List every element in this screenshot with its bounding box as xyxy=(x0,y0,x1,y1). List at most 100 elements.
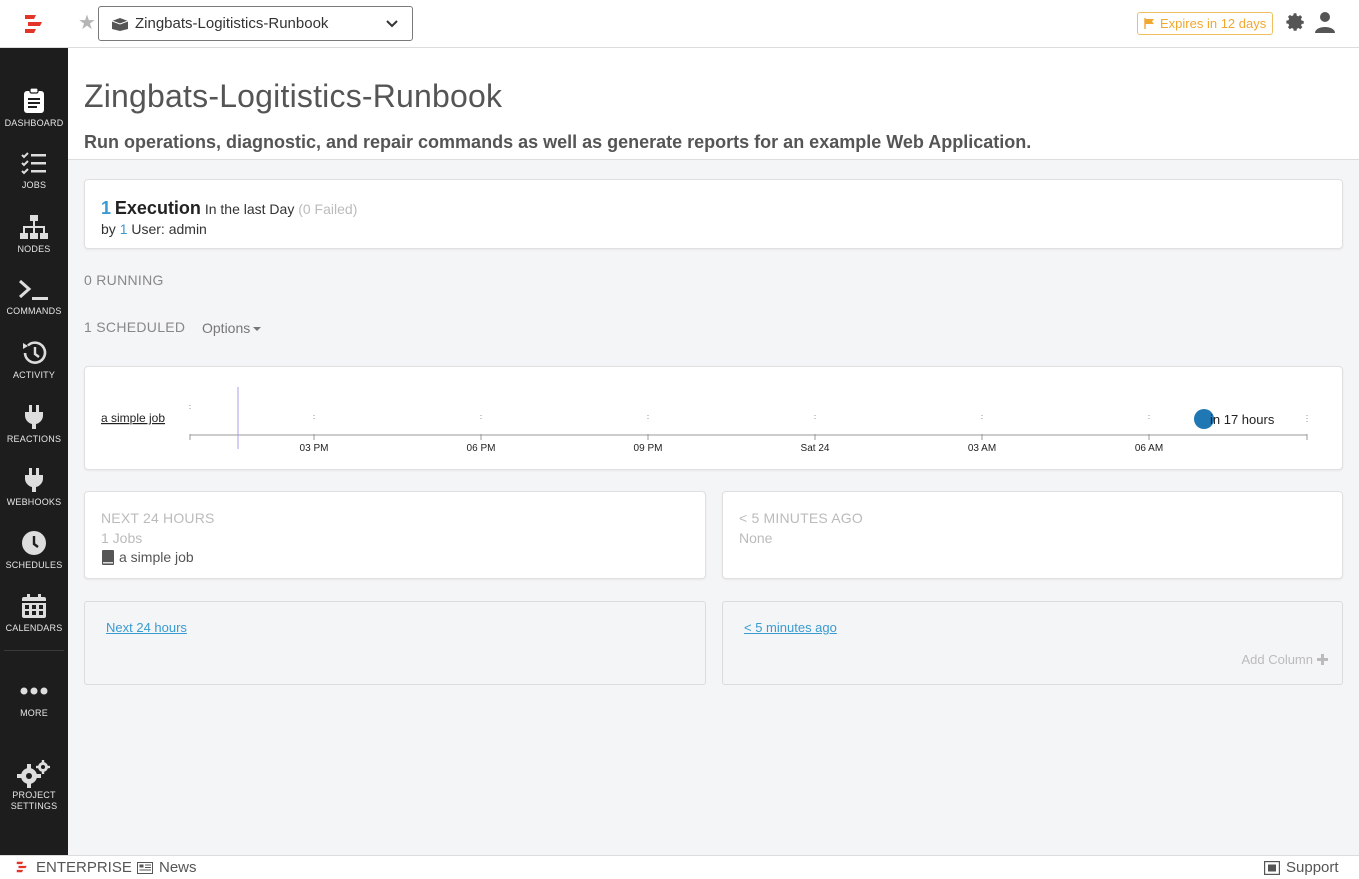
project-description: Run operations, diagnostic, and repair c… xyxy=(84,132,1032,152)
schedule-timeline: a simple job 03 PM 06 PM 09 PM Sat 24 03 AM 0… xyxy=(84,366,1343,470)
timeline-tick-label: 03 PM xyxy=(300,443,329,454)
footer: ENTERPRISE News Support xyxy=(0,855,1359,879)
next-summary-count: 1 Jobs xyxy=(101,530,143,546)
next-24-hours-summary: NEXT 24 HOURS 1 Jobs a simple job xyxy=(84,491,706,579)
sidebar-item-label: NODES xyxy=(17,244,51,254)
execution-failed-count: (0 Failed) xyxy=(298,201,358,217)
sidebar-item-schedules[interactable]: SCHEDULES xyxy=(0,530,68,590)
history-icon xyxy=(23,341,47,364)
execution-count[interactable]: 1 xyxy=(101,198,111,218)
next-24-hours-link[interactable]: Next 24 hours xyxy=(106,620,187,635)
favorite-star-icon[interactable]: ★ xyxy=(78,12,96,34)
plus-icon xyxy=(1317,654,1328,665)
add-column-button[interactable]: Add Column xyxy=(1241,652,1328,667)
sidebar-item-label: MORE xyxy=(20,708,48,718)
sidebar-divider xyxy=(4,650,64,651)
plug-icon xyxy=(25,468,43,492)
recent-5-minutes-link[interactable]: < 5 minutes ago xyxy=(744,620,837,635)
ago-summary-value: None xyxy=(739,530,773,546)
flag-icon xyxy=(1144,18,1154,29)
timeline-tick-label: Sat 24 xyxy=(801,443,830,454)
sidebar-item-more[interactable]: MORE xyxy=(0,684,68,744)
box-icon xyxy=(111,17,129,31)
execution-user-count[interactable]: 1 xyxy=(120,221,128,237)
timeline-tick-label: 06 AM xyxy=(1135,443,1163,454)
timeline-row-label[interactable]: a simple job xyxy=(101,411,165,425)
sidebar-item-label: WEBHOOKS xyxy=(6,497,62,507)
sidebar: DASHBOARD JOBS NODES COMMANDS ACTIVITY R… xyxy=(0,48,68,855)
project-selector[interactable]: Zingbats-Logitistics-Runbook xyxy=(98,6,413,41)
chevron-down-icon xyxy=(386,19,398,27)
sidebar-item-dashboard[interactable]: DASHBOARD xyxy=(0,88,68,148)
rundeck-logo-icon[interactable] xyxy=(22,12,46,36)
sidebar-item-reactions[interactable]: REACTIONS xyxy=(0,404,68,464)
options-dropdown[interactable]: Options xyxy=(202,320,262,336)
page-title: Zingbats-Logitistics-Runbook xyxy=(84,78,503,114)
support-icon[interactable] xyxy=(1264,861,1280,875)
terminal-icon xyxy=(19,279,48,300)
sidebar-item-label: SCHEDULES xyxy=(5,560,63,570)
sidebar-item-label: COMMANDS xyxy=(6,306,62,316)
execution-summary-card: 1 Execution In the last Day (0 Failed) b… xyxy=(84,179,1343,249)
sidebar-item-jobs[interactable]: JOBS xyxy=(0,152,68,212)
sidebar-item-label: JOBS xyxy=(21,180,47,190)
gear-icon[interactable] xyxy=(1285,12,1307,34)
clock-icon xyxy=(22,531,46,555)
license-expiry-text: Expires in 12 days xyxy=(1160,16,1267,31)
execution-user-label: User: admin xyxy=(131,221,207,237)
edition-label: ENTERPRISE xyxy=(36,859,132,876)
timeline-tick-label: 03 AM xyxy=(968,443,996,454)
execution-by-label: by xyxy=(101,221,116,237)
support-link[interactable]: Support xyxy=(1286,859,1339,876)
next-24-hours-column: Next 24 hours xyxy=(84,601,706,685)
execution-count-line: 1 Execution In the last Day (0 Failed) xyxy=(101,198,357,219)
sidebar-item-label: PROJECT xyxy=(12,790,56,800)
execution-user-line: by 1 User: admin xyxy=(101,221,207,237)
top-bar: ★ Zingbats-Logitistics-Runbook Expires i… xyxy=(0,0,1359,48)
sidebar-item-commands[interactable]: COMMANDS xyxy=(0,278,68,338)
execution-label: Execution xyxy=(114,198,201,218)
sitemap-icon xyxy=(20,215,48,239)
next-summary-title: NEXT 24 HOURS xyxy=(101,510,215,526)
project-header: Zingbats-Logitistics-Runbook Run operati… xyxy=(68,48,1359,160)
book-icon xyxy=(102,549,114,565)
recent-5-minutes-summary: < 5 MINUTES AGO None xyxy=(722,491,1343,579)
sidebar-item-label: SETTINGS xyxy=(10,801,58,811)
news-link[interactable]: News xyxy=(159,859,197,876)
main-content: Zingbats-Logitistics-Runbook Run operati… xyxy=(68,48,1359,855)
ellipsis-icon xyxy=(20,687,48,695)
next-summary-job-label: a simple job xyxy=(119,549,194,565)
clipboard-icon xyxy=(24,88,44,113)
sidebar-item-project-settings[interactable]: PROJECT SETTINGS xyxy=(0,760,68,816)
options-dropdown-label: Options xyxy=(202,320,251,336)
plug-icon xyxy=(25,405,43,429)
gears-icon xyxy=(17,760,50,788)
caret-down-icon xyxy=(253,327,262,332)
scheduled-count: 1 SCHEDULED xyxy=(84,319,186,335)
user-icon[interactable] xyxy=(1314,11,1336,33)
rundeck-logo-icon xyxy=(16,861,27,873)
sidebar-item-nodes[interactable]: NODES xyxy=(0,214,68,274)
next-summary-job[interactable]: a simple job xyxy=(101,549,194,565)
timeline-tick-label: 09 PM xyxy=(634,443,663,454)
newspaper-icon[interactable] xyxy=(137,862,153,874)
recent-5-minutes-column: < 5 minutes ago Add Column xyxy=(722,601,1343,685)
sidebar-item-activity[interactable]: ACTIVITY xyxy=(0,340,68,400)
timeline-chart: a simple job 03 PM 06 PM 09 PM Sat 24 03 AM 0… xyxy=(101,387,1308,454)
sidebar-item-label: DASHBOARD xyxy=(4,118,64,128)
ago-summary-title: < 5 MINUTES AGO xyxy=(739,510,863,526)
scheduled-run-label: in 17 hours xyxy=(1210,412,1275,427)
execution-period: In the last Day xyxy=(204,201,295,217)
calendar-icon xyxy=(22,594,46,618)
running-count: 0 RUNNING xyxy=(84,272,164,288)
sidebar-item-calendars[interactable]: CALENDARS xyxy=(0,593,68,653)
job-list-icon xyxy=(21,152,46,175)
license-expiry-badge[interactable]: Expires in 12 days xyxy=(1137,12,1274,35)
project-selector-label: Zingbats-Logitistics-Runbook xyxy=(135,15,329,32)
sidebar-item-label: REACTIONS xyxy=(6,434,62,444)
sidebar-item-label: CALENDARS xyxy=(5,623,63,633)
sidebar-item-label: ACTIVITY xyxy=(12,370,56,380)
timeline-tick-label: 06 PM xyxy=(467,443,496,454)
sidebar-item-webhooks[interactable]: WEBHOOKS xyxy=(0,467,68,527)
add-column-label: Add Column xyxy=(1241,652,1313,667)
